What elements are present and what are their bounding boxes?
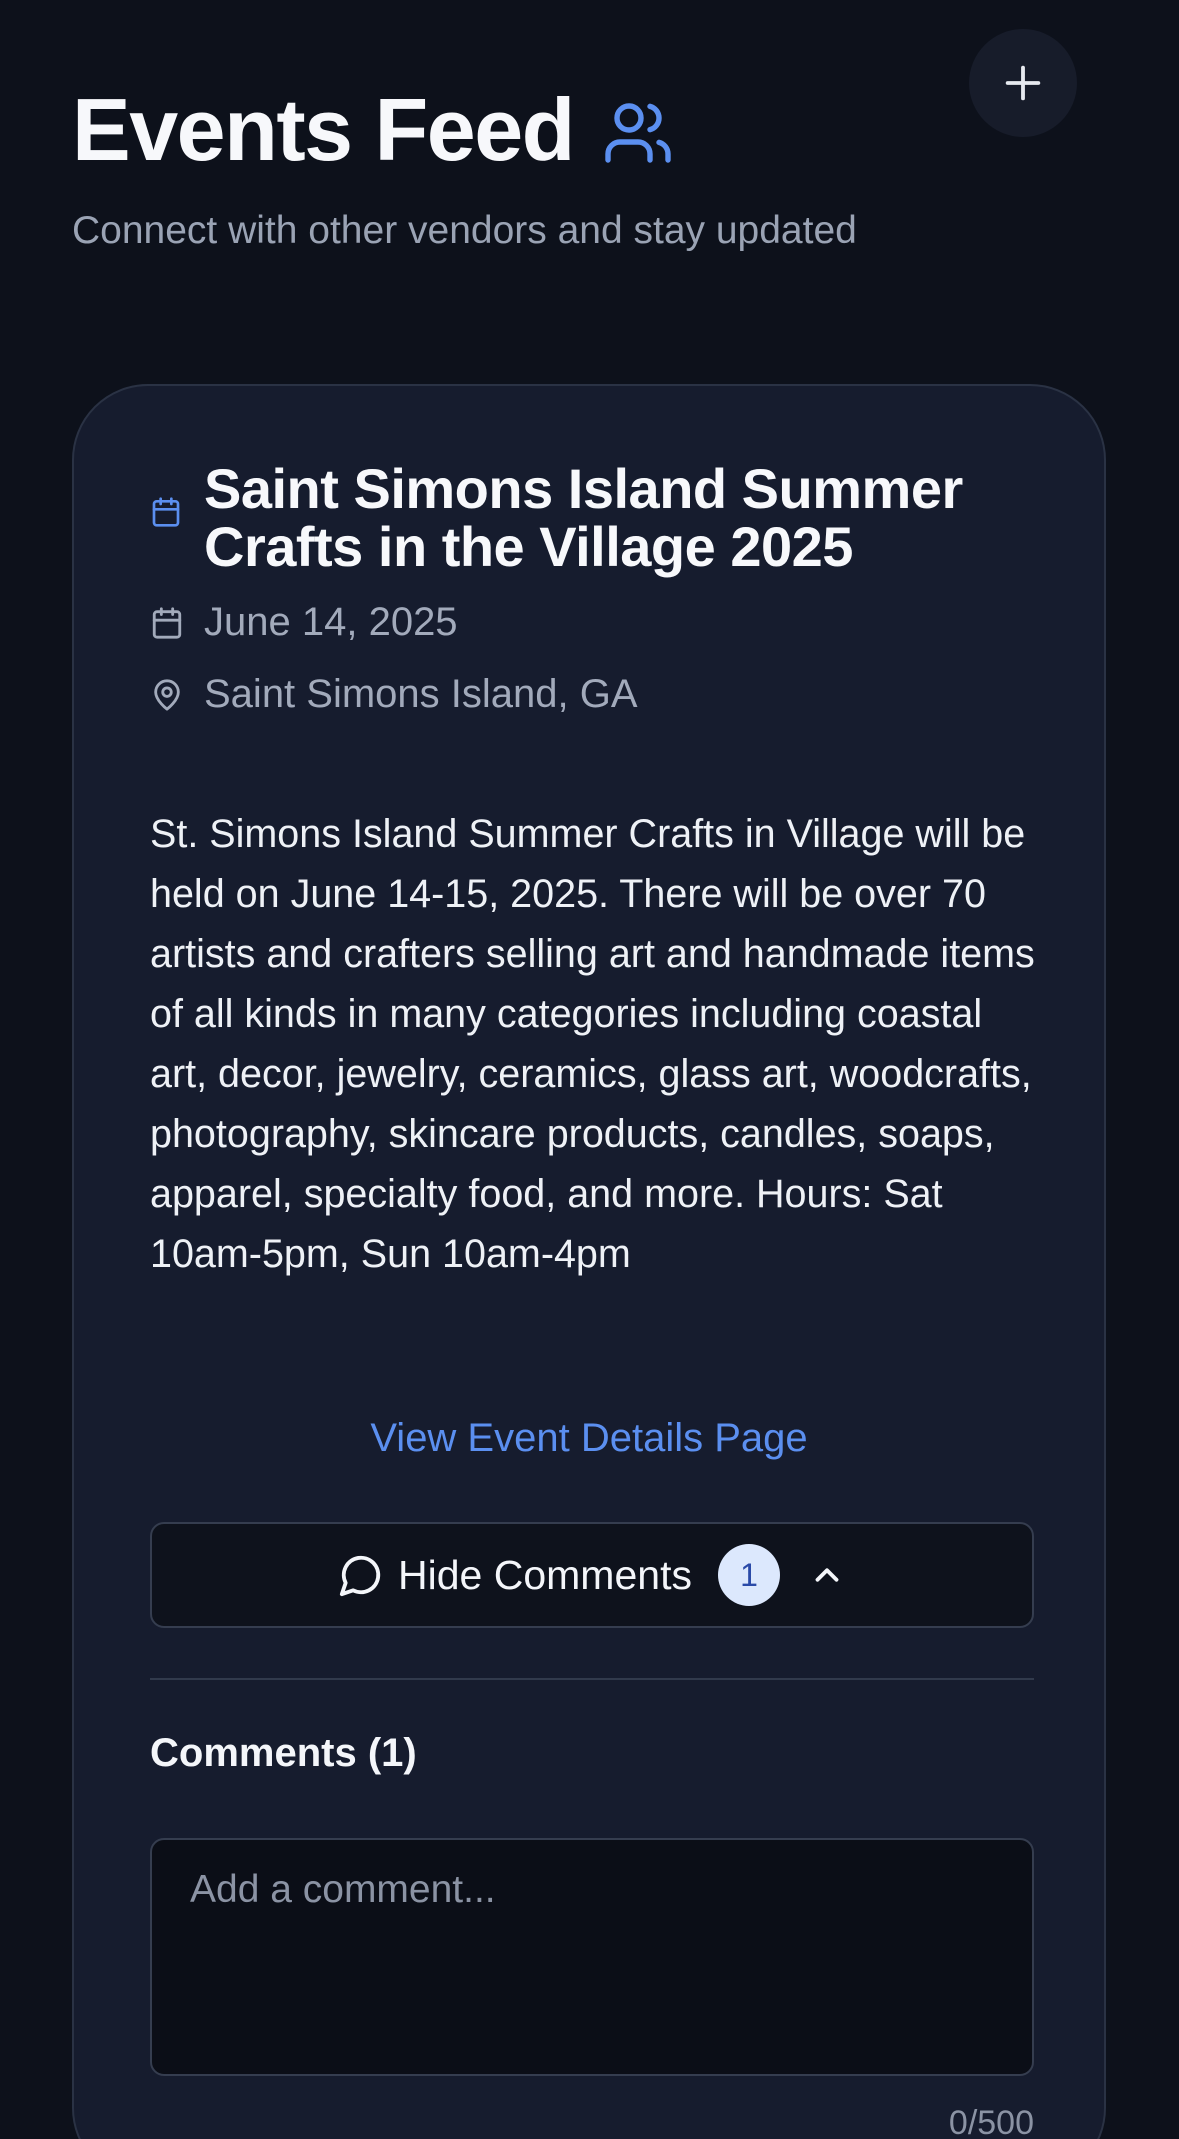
- calendar-icon: [150, 496, 182, 528]
- event-location-row: Saint Simons Island, GA: [150, 672, 638, 717]
- event-date: June 14, 2025: [204, 600, 458, 644]
- page-title: Events Feed: [72, 80, 575, 179]
- hide-comments-label: Hide Comments: [398, 1551, 692, 1598]
- page-header: Events Feed: [72, 80, 674, 180]
- comments-divider: [150, 1678, 1034, 1680]
- character-counter: 0/500: [948, 2104, 1034, 2139]
- event-location: Saint Simons Island, GA: [204, 672, 638, 716]
- events-feed-page: Events Feed Connect with other vendors a…: [0, 0, 1179, 2139]
- page-subtitle: Connect with other vendors and stay upda…: [72, 209, 857, 252]
- event-card: Saint Simons Island Summer Crafts in the…: [72, 384, 1106, 2139]
- view-event-details-link[interactable]: View Event Details Page: [74, 1416, 1104, 1461]
- message-circle-icon: [338, 1552, 384, 1598]
- event-description: St. Simons Island Summer Crafts in Villa…: [150, 812, 1035, 1276]
- hide-comments-button[interactable]: Hide Comments 1: [150, 1522, 1034, 1628]
- comment-input[interactable]: [150, 1838, 1034, 2076]
- users-icon: [602, 97, 674, 169]
- add-event-button[interactable]: [969, 29, 1077, 137]
- event-date-row: June 14, 2025: [150, 600, 458, 645]
- plus-icon: [1005, 65, 1041, 101]
- chevron-up-icon: [808, 1556, 846, 1594]
- event-title-row: Saint Simons Island Summer Crafts in the…: [150, 460, 1030, 576]
- comments-heading: Comments (1): [150, 1731, 417, 1775]
- map-pin-icon: [150, 678, 184, 712]
- comment-count-badge: 1: [717, 1544, 780, 1606]
- calendar-icon: [150, 606, 184, 640]
- event-title: Saint Simons Island Summer Crafts in the…: [204, 457, 963, 578]
